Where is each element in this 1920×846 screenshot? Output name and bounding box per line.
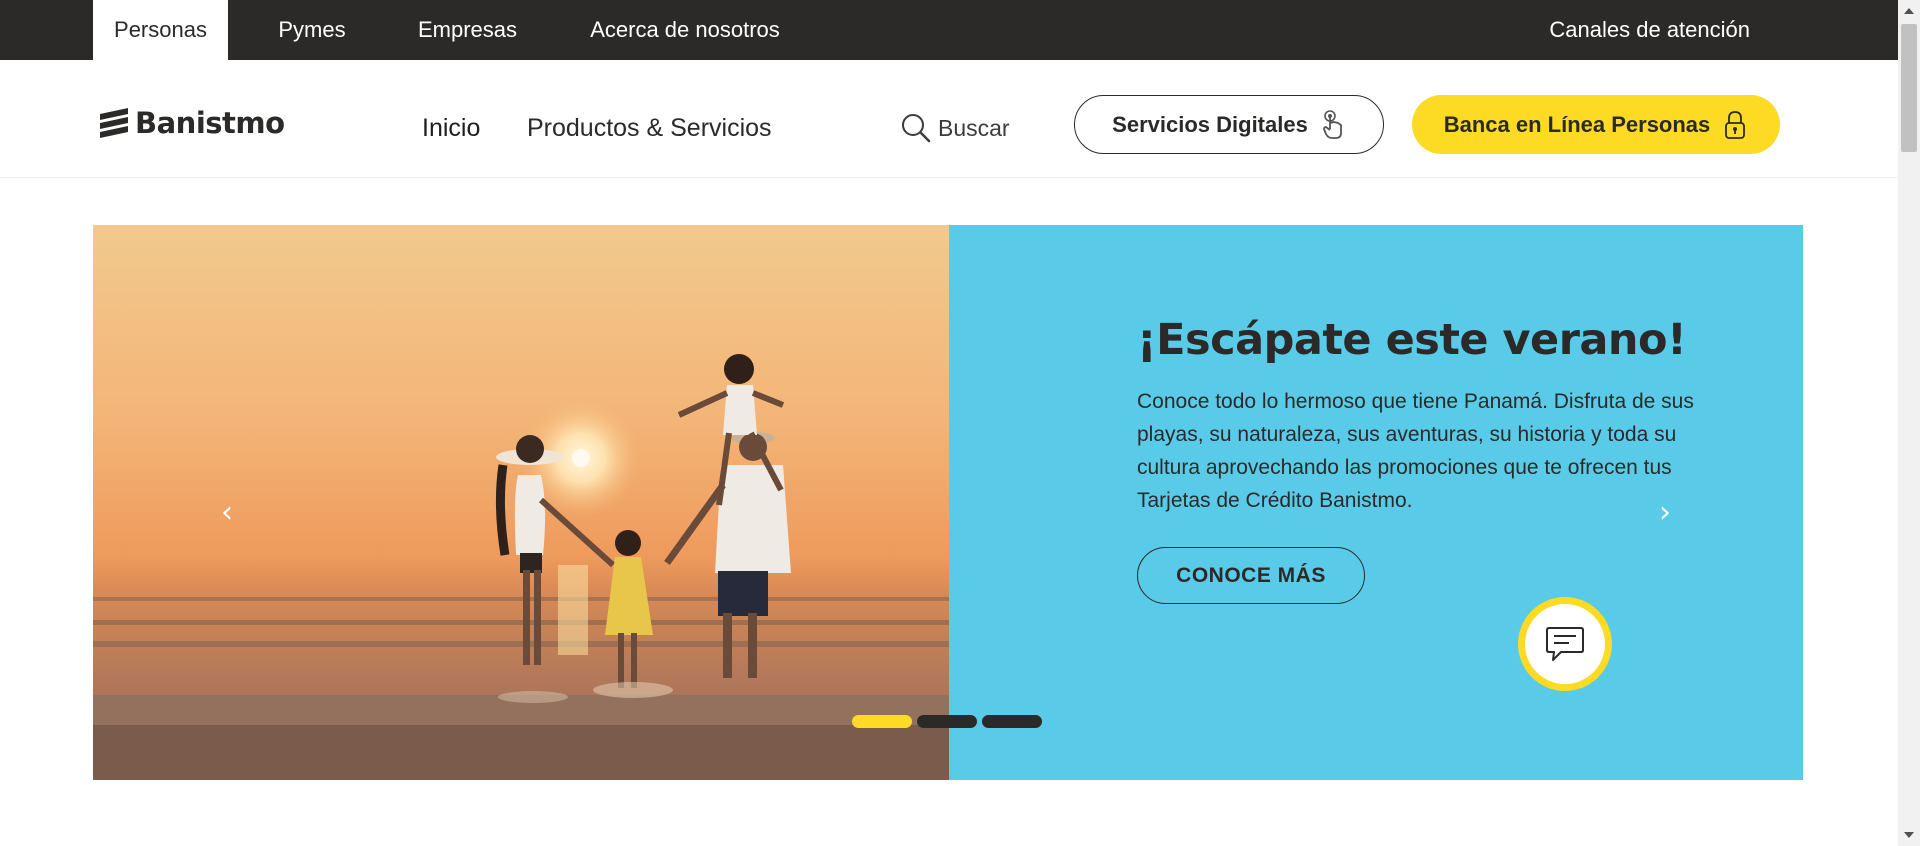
nav-productos-servicios[interactable]: Productos & Servicios — [527, 114, 772, 143]
carousel-dot-1[interactable] — [852, 715, 912, 728]
banistmo-logo-mark-icon — [100, 108, 128, 138]
hero-carousel: ‹ › ¡Escápate este verano! Conoce todo l… — [93, 225, 1803, 780]
carousel-dots — [852, 715, 1047, 728]
carousel-dot-2[interactable] — [917, 715, 977, 728]
conoce-mas-button[interactable]: CONOCE MÁS — [1137, 547, 1365, 604]
scroll-down-arrow-icon[interactable] — [1898, 824, 1920, 846]
search-button[interactable]: Buscar — [900, 110, 1010, 146]
tab-empresas[interactable]: Empresas — [405, 0, 530, 60]
nav-inicio[interactable]: Inicio — [422, 114, 480, 143]
tab-pymes[interactable]: Pymes — [262, 0, 362, 60]
chat-button[interactable] — [1518, 597, 1612, 691]
canales-de-atencion-link[interactable]: Canales de atención — [1549, 0, 1750, 60]
tab-acerca-de-nosotros[interactable]: Acerca de nosotros — [580, 0, 790, 60]
banistmo-logo[interactable]: Banistmo — [97, 106, 285, 140]
servicios-digitales-button[interactable]: Servicios Digitales — [1074, 95, 1384, 154]
hero-title: ¡Escápate este verano! — [1137, 315, 1687, 365]
scrollbar-thumb[interactable] — [1901, 24, 1917, 152]
banca-en-linea-label: Banca en Línea Personas — [1443, 111, 1711, 137]
lock-icon — [1725, 110, 1746, 139]
search-icon — [902, 114, 931, 143]
page-scrollbar[interactable] — [1898, 0, 1920, 846]
carousel-prev-arrow[interactable]: ‹ — [221, 495, 233, 530]
servicios-digitales-label: Servicios Digitales — [1112, 111, 1308, 137]
carousel-dot-3[interactable] — [982, 715, 1042, 728]
touch-icon — [1322, 109, 1342, 139]
top-bar: Personas Pymes Empresas Acerca de nosotr… — [0, 0, 1898, 60]
search-label: Buscar — [938, 114, 1010, 141]
tab-personas[interactable]: Personas — [93, 0, 228, 60]
scroll-up-arrow-icon[interactable] — [1898, 0, 1920, 22]
chat-icon — [1546, 627, 1584, 661]
logo-text: Banistmo — [135, 106, 285, 140]
hero-content: ¡Escápate este verano! Conoce todo lo he… — [1137, 315, 1717, 604]
hero-description: Conoce todo lo hermoso que tiene Panamá.… — [1137, 390, 1694, 512]
banca-en-linea-personas-button[interactable]: Banca en Línea Personas — [1412, 95, 1780, 154]
main-header: Banistmo Inicio Productos & Servicios Bu… — [0, 60, 1898, 178]
